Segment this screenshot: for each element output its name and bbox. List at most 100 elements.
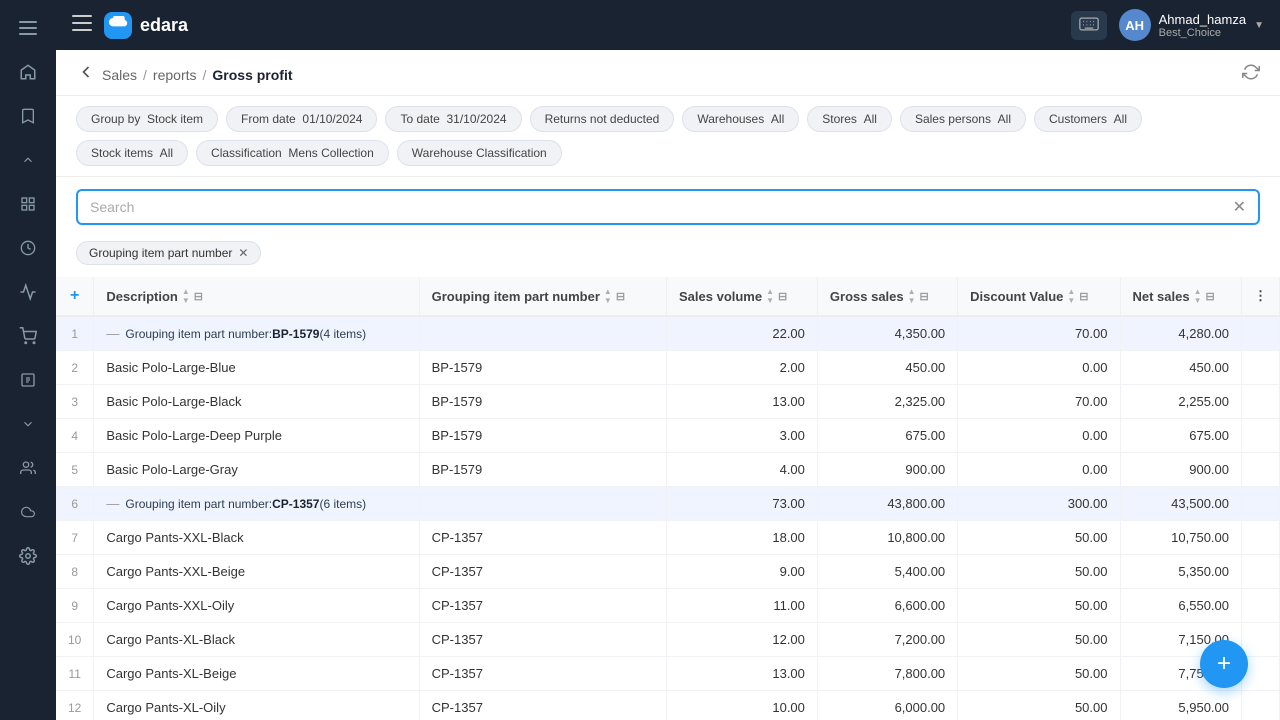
fab-add-button[interactable]: +: [1200, 640, 1248, 688]
breadcrumb-reports[interactable]: reports: [153, 67, 197, 83]
cell-grouping: [419, 487, 666, 521]
row-number: 12: [56, 691, 94, 720]
row-number: 2: [56, 351, 94, 385]
refresh-button[interactable]: [1242, 63, 1260, 86]
filter-to-date[interactable]: To date 31/10/2024: [385, 106, 521, 132]
cell-description: Basic Polo-Large-Deep Purple: [94, 419, 419, 453]
sort-sales-volume[interactable]: ▲▼: [766, 288, 774, 305]
sidebar-home[interactable]: [8, 52, 48, 92]
cell-discount-value: 70.00: [958, 385, 1120, 419]
cell-description: Cargo Pants-XXL-Black: [94, 521, 419, 555]
cell-discount-value: 50.00: [958, 691, 1120, 720]
row-number: 11: [56, 657, 94, 691]
add-column-button[interactable]: +: [56, 277, 94, 316]
sidebar-hamburger[interactable]: [8, 8, 48, 48]
th-gross-sales: Gross sales ▲▼ ⊟: [817, 277, 957, 316]
back-button[interactable]: [76, 62, 96, 87]
sidebar-grid[interactable]: [8, 184, 48, 224]
sidebar-collapse-up[interactable]: [8, 140, 48, 180]
cell-sales-volume: 13.00: [667, 385, 818, 419]
cell-gross-sales: 6,600.00: [817, 589, 957, 623]
row-number: 7: [56, 521, 94, 555]
filter-sales-persons[interactable]: Sales persons All: [900, 106, 1026, 132]
sidebar-cloud[interactable]: [8, 492, 48, 532]
sidebar-analytics[interactable]: [8, 272, 48, 312]
sidebar-users[interactable]: [8, 448, 48, 488]
search-input[interactable]: [90, 199, 1225, 215]
row-number: 8: [56, 555, 94, 589]
cell-grouping: BP-1579: [419, 385, 666, 419]
filter-area: Group by Stock item From date 01/10/2024…: [56, 96, 1280, 177]
filter-warehouse-classification[interactable]: Warehouse Classification: [397, 140, 562, 166]
cell-description: Cargo Pants-XXL-Oily: [94, 589, 419, 623]
cell-net-sales: 4,280.00: [1120, 316, 1242, 351]
sidebar-finance[interactable]: [8, 228, 48, 268]
cell-sales-volume: 9.00: [667, 555, 818, 589]
cell-options: [1242, 385, 1280, 419]
data-table-wrap: + Description ▲▼ ⊟ Grouping item part nu…: [56, 277, 1280, 720]
cell-grouping: CP-1357: [419, 623, 666, 657]
filter-group-by[interactable]: Group by Stock item: [76, 106, 218, 132]
filter-description[interactable]: ⊟: [194, 290, 203, 303]
user-menu[interactable]: AH Ahmad_hamza Best_Choice ▼: [1119, 9, 1264, 41]
filter-net-sales[interactable]: ⊟: [1206, 290, 1215, 303]
sidebar-settings[interactable]: [8, 536, 48, 576]
th-net-sales: Net sales ▲▼ ⊟: [1120, 277, 1242, 316]
sidebar-reports[interactable]: [8, 360, 48, 400]
sort-description[interactable]: ▲▼: [182, 288, 190, 305]
breadcrumb-sales[interactable]: Sales: [102, 67, 137, 83]
filter-discount-value[interactable]: ⊟: [1079, 290, 1088, 303]
filter-grouping[interactable]: ⊟: [616, 290, 625, 303]
cell-grouping: CP-1357: [419, 521, 666, 555]
table-row: 6—Grouping item part number:CP-1357(6 it…: [56, 487, 1280, 521]
cell-options: [1242, 453, 1280, 487]
sidebar-bookmarks[interactable]: [8, 96, 48, 136]
cell-sales-volume: 73.00: [667, 487, 818, 521]
table-row: 2Basic Polo-Large-BlueBP-15792.00450.000…: [56, 351, 1280, 385]
cell-options: [1242, 589, 1280, 623]
filter-stock-items[interactable]: Stock items All: [76, 140, 188, 166]
cell-grouping: CP-1357: [419, 657, 666, 691]
cell-discount-value: 300.00: [958, 487, 1120, 521]
filter-from-date[interactable]: From date 01/10/2024: [226, 106, 377, 132]
cell-sales-volume: 4.00: [667, 453, 818, 487]
sidebar-expand-down[interactable]: [8, 404, 48, 444]
th-grouping: Grouping item part number ▲▼ ⊟: [419, 277, 666, 316]
keyboard-icon[interactable]: [1071, 11, 1107, 40]
cell-options: [1242, 419, 1280, 453]
sort-net-sales[interactable]: ▲▼: [1194, 288, 1202, 305]
filter-customers[interactable]: Customers All: [1034, 106, 1142, 132]
filter-gross-sales[interactable]: ⊟: [920, 290, 929, 303]
cell-net-sales: 6,550.00: [1120, 589, 1242, 623]
cell-net-sales: 900.00: [1120, 453, 1242, 487]
row-number: 5: [56, 453, 94, 487]
cell-discount-value: 50.00: [958, 623, 1120, 657]
table-row: 11Cargo Pants-XL-BeigeCP-135713.007,800.…: [56, 657, 1280, 691]
row-number: 3: [56, 385, 94, 419]
sort-discount-value[interactable]: ▲▼: [1067, 288, 1075, 305]
cell-sales-volume: 22.00: [667, 316, 818, 351]
search-clear-button[interactable]: ✕: [1233, 197, 1246, 217]
filter-sales-volume[interactable]: ⊟: [778, 290, 787, 303]
column-options-icon[interactable]: ⋮: [1254, 288, 1267, 303]
menu-icon[interactable]: [72, 15, 92, 36]
cloud-icon: [104, 12, 132, 39]
cell-grouping: CP-1357: [419, 555, 666, 589]
sidebar-cart[interactable]: [8, 316, 48, 356]
table-row: 4Basic Polo-Large-Deep PurpleBP-15793.00…: [56, 419, 1280, 453]
cell-net-sales: 2,255.00: [1120, 385, 1242, 419]
filter-stores[interactable]: Stores All: [807, 106, 892, 132]
sort-gross-sales[interactable]: ▲▼: [908, 288, 916, 305]
sort-grouping[interactable]: ▲▼: [604, 288, 612, 305]
sidebar: [0, 0, 56, 720]
cell-gross-sales: 4,350.00: [817, 316, 957, 351]
th-description: Description ▲▼ ⊟: [94, 277, 419, 316]
filter-returns[interactable]: Returns not deducted: [530, 106, 675, 132]
grouping-tag-remove[interactable]: ✕: [238, 246, 248, 260]
filter-warehouses[interactable]: Warehouses All: [682, 106, 799, 132]
th-sales-volume: Sales volume ▲▼ ⊟: [667, 277, 818, 316]
cell-gross-sales: 43,800.00: [817, 487, 957, 521]
cell-description: Basic Polo-Large-Black: [94, 385, 419, 419]
cell-sales-volume: 12.00: [667, 623, 818, 657]
filter-classification[interactable]: Classification Mens Collection: [196, 140, 389, 166]
